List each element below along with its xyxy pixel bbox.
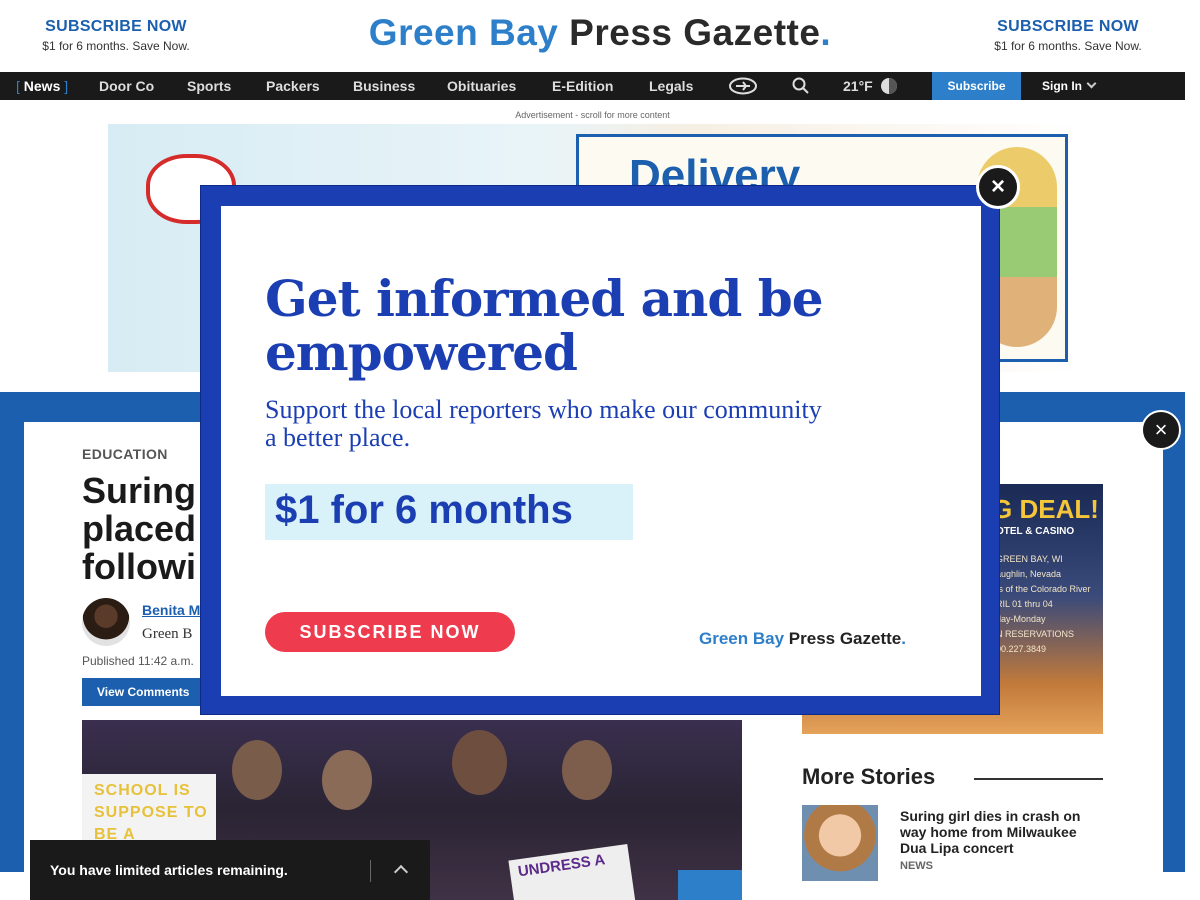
nav-item-packers[interactable]: Packers — [266, 78, 320, 94]
subscribe-now-button[interactable]: SUBSCRIBE NOW — [265, 612, 515, 652]
ad-notice: Advertisement - scroll for more content — [515, 110, 670, 120]
masthead: SUBSCRIBE NOW $1 for 6 months. Save Now.… — [0, 0, 1200, 72]
photo-protest-sign: UNDRESS A — [508, 843, 636, 900]
modal-brand-logo: Green Bay Press Gazette. — [699, 629, 906, 649]
nav-item-sports[interactable]: Sports — [187, 78, 231, 94]
side-ad-line: day-Monday — [996, 614, 1046, 624]
article-headline: Suring placed followi — [82, 472, 197, 586]
story-tag: NEWS — [900, 860, 933, 872]
logo-green-bay: Green Bay — [368, 12, 559, 53]
nav-item-news[interactable]: [ News ] — [16, 78, 68, 94]
logo-press-gazette: Press Gazette — [788, 629, 902, 648]
logo-dot: . — [901, 629, 906, 648]
photo-figure — [232, 740, 282, 800]
logo-green-bay: Green Bay — [699, 629, 785, 648]
story-thumbnail[interactable] — [802, 805, 878, 881]
weather-icon — [880, 77, 898, 98]
story-title[interactable]: Suring girl dies in crash on way home fr… — [900, 808, 1100, 856]
photo-figure — [562, 740, 612, 800]
nav-item-label: News — [23, 78, 61, 94]
side-ad-subtitle: OTEL & CASINO — [996, 526, 1075, 537]
subscribe-cta-right[interactable]: SUBSCRIBE NOW $1 for 6 months. Save Now. — [968, 18, 1168, 53]
more-stories-heading: More Stories — [802, 764, 936, 789]
modal-heading: Get informed and be empowered — [265, 269, 824, 382]
nav-item-legals[interactable]: Legals — [649, 78, 693, 94]
search-icon[interactable] — [792, 77, 810, 98]
side-ad-line: aughlin, Nevada — [996, 569, 1062, 579]
main-nav: [ News ] Door Co Sports Packers Business… — [0, 72, 1185, 100]
subscribe-cta-detail: $1 for 6 months. Save Now. — [994, 39, 1142, 53]
side-ad-lines: GREEN BAY, WI aughlin, Nevada ts of the … — [996, 552, 1091, 657]
author-name[interactable]: Benita M — [142, 602, 200, 618]
author-org: Green B — [142, 626, 193, 642]
side-ad-line: N RESERVATIONS — [996, 629, 1075, 639]
side-ad-line: ts of the Colorado River — [996, 584, 1091, 594]
article-kicker[interactable]: EDUCATION — [82, 446, 168, 462]
modal-subtext: Support the local reporters who make our… — [265, 395, 822, 452]
nav-item-business[interactable]: Business — [353, 78, 415, 94]
nav-item-obituaries[interactable]: Obituaries — [447, 78, 516, 94]
side-ad-line: 00.227.3849 — [996, 644, 1047, 654]
logo-press-gazette: Press Gazette — [569, 12, 821, 53]
weather-temp[interactable]: 21°F — [843, 78, 873, 94]
side-ad-headline: G DEAL! — [992, 494, 1099, 524]
modal-content: Get informed and be empowered Support th… — [221, 206, 981, 696]
chevron-down-icon — [1086, 78, 1097, 89]
subscribe-modal: Get informed and be empowered Support th… — [200, 185, 1000, 715]
modal-close-button[interactable]: × — [976, 165, 1020, 209]
sign-in-button[interactable]: Sign In — [1042, 78, 1097, 93]
sign-in-label: Sign In — [1042, 79, 1082, 93]
close-icon[interactable]: × — [1141, 410, 1181, 450]
chevron-up-icon[interactable] — [393, 864, 409, 880]
modal-price: $1 for 6 months — [265, 484, 633, 540]
divider — [370, 860, 371, 882]
author-avatar[interactable] — [82, 598, 130, 646]
side-ad-line: GREEN BAY, WI — [996, 554, 1063, 564]
nav-item-e-edition[interactable]: E-Edition — [552, 78, 613, 94]
nav-item-door-co[interactable]: Door Co — [99, 78, 154, 94]
subscribe-button[interactable]: Subscribe — [932, 72, 1021, 100]
published-time: Published 11:42 a.m. — [82, 654, 194, 668]
limited-articles-bar: You have limited articles remaining. — [30, 840, 430, 900]
photo-next-button[interactable] — [678, 870, 742, 900]
limited-articles-text: You have limited articles remaining. — [50, 862, 288, 878]
photo-figure — [322, 750, 372, 810]
divider — [974, 778, 1103, 780]
globe-icon[interactable] — [728, 77, 758, 98]
logo-dot: . — [820, 12, 832, 53]
subscribe-cta-title: SUBSCRIBE NOW — [997, 18, 1139, 35]
side-ad-line: RIL 01 thru 04 — [996, 599, 1053, 609]
photo-figure — [452, 730, 507, 795]
